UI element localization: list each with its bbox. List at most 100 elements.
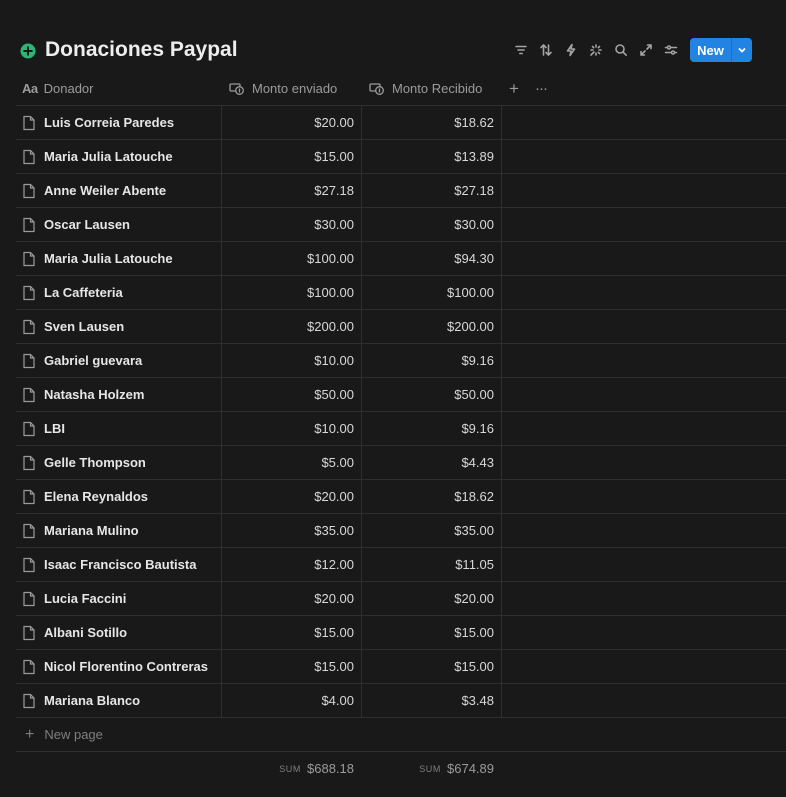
page-icon (23, 591, 35, 606)
amount-received-cell[interactable]: $18.62 (362, 480, 494, 513)
amount-sent-cell[interactable]: $10.00 (222, 344, 354, 377)
amount-sent-cell[interactable]: $30.00 (222, 208, 354, 241)
settings-icon[interactable] (661, 40, 681, 60)
donor-cell[interactable]: Anne Weiler Abente (22, 174, 218, 207)
amount-received-cell[interactable]: $9.16 (362, 412, 494, 445)
amount-sent-cell[interactable]: $4.00 (222, 684, 354, 717)
new-page-button[interactable]: + New page (16, 718, 786, 752)
sum-label: SUM (279, 763, 301, 774)
amount-received-cell[interactable]: $13.89 (362, 140, 494, 173)
amount-sent-cell[interactable]: $20.00 (222, 480, 354, 513)
table-row: LBI $10.00 $9.16 (16, 412, 786, 446)
expand-icon[interactable] (636, 40, 656, 60)
donor-cell[interactable]: Luis Correia Paredes (22, 106, 218, 139)
amount-sent-cell[interactable]: $200.00 (222, 310, 354, 343)
column-label: Monto enviado (252, 81, 338, 96)
amount-received-cell[interactable]: $50.00 (362, 378, 494, 411)
chevron-down-icon[interactable] (732, 45, 752, 55)
donor-cell[interactable]: LBI (22, 412, 218, 445)
amount-sent-cell[interactable]: $12.00 (222, 548, 354, 581)
table-row: Lucia Faccini $20.00 $20.00 (16, 582, 786, 616)
donations-table: Aa Donador Monto enviado Monto Recibido … (16, 72, 786, 785)
amount-received-cell[interactable]: $4.43 (362, 446, 494, 479)
donor-cell[interactable]: Isaac Francisco Bautista (22, 548, 218, 581)
amount-received-cell[interactable]: $11.05 (362, 548, 494, 581)
table-row: Mariana Mulino $35.00 $35.00 (16, 514, 786, 548)
amount-sent-cell[interactable]: $15.00 (222, 616, 354, 649)
donor-cell[interactable]: Mariana Blanco (22, 684, 218, 717)
amount-sent-cell[interactable]: $20.00 (222, 106, 354, 139)
amount-sent-cell[interactable]: $10.00 (222, 412, 354, 445)
table-row: Sven Lausen $200.00 $200.00 (16, 310, 786, 344)
add-column-button[interactable]: + (509, 72, 519, 105)
ai-sparkle-icon[interactable] (586, 40, 606, 60)
column-header-donador[interactable]: Aa Donador (22, 72, 94, 105)
table-row: Elena Reynaldos $20.00 $18.62 (16, 480, 786, 514)
search-icon[interactable] (611, 40, 631, 60)
column-divider (501, 344, 502, 377)
page-icon (23, 625, 35, 640)
page-icon (23, 489, 35, 504)
donor-cell[interactable]: Lucia Faccini (22, 582, 218, 615)
donor-name: Nicol Florentino Contreras (44, 659, 208, 674)
donor-name: Gelle Thompson (44, 455, 146, 470)
column-header-monto-recibido[interactable]: Monto Recibido (369, 72, 482, 105)
donor-cell[interactable]: Gabriel guevara (22, 344, 218, 377)
amount-received-cell[interactable]: $15.00 (362, 650, 494, 683)
amount-received-cell[interactable]: $100.00 (362, 276, 494, 309)
column-divider (501, 106, 502, 139)
donor-cell[interactable]: La Caffeteria (22, 276, 218, 309)
filter-icon[interactable] (511, 40, 531, 60)
page-icon (23, 421, 35, 436)
sum-monto-recibido[interactable]: SUM $674.89 (362, 752, 494, 785)
donor-cell[interactable]: Albani Sotillo (22, 616, 218, 649)
amount-sent-cell[interactable]: $100.00 (222, 276, 354, 309)
amount-sent-cell[interactable]: $5.00 (222, 446, 354, 479)
table-row: Albani Sotillo $15.00 $15.00 (16, 616, 786, 650)
donor-cell[interactable]: Oscar Lausen (22, 208, 218, 241)
donor-cell[interactable]: Gelle Thompson (22, 446, 218, 479)
amount-sent-cell[interactable]: $27.18 (222, 174, 354, 207)
column-divider (501, 208, 502, 241)
donor-cell[interactable]: Sven Lausen (22, 310, 218, 343)
calculation-row: SUM $688.18 SUM $674.89 (16, 752, 786, 785)
amount-sent-cell[interactable]: $20.00 (222, 582, 354, 615)
automation-icon[interactable] (561, 40, 581, 60)
new-button[interactable]: New (690, 38, 752, 62)
more-options-button[interactable]: ··· (535, 72, 548, 105)
amount-received-cell[interactable]: $200.00 (362, 310, 494, 343)
plus-circle-icon[interactable] (20, 43, 36, 59)
donor-cell[interactable]: Maria Julia Latouche (22, 242, 218, 275)
donor-cell[interactable]: Elena Reynaldos (22, 480, 218, 513)
amount-received-cell[interactable]: $3.48 (362, 684, 494, 717)
amount-received-cell[interactable]: $30.00 (362, 208, 494, 241)
amount-sent-cell[interactable]: $100.00 (222, 242, 354, 275)
donor-name: La Caffeteria (44, 285, 123, 300)
amount-sent-cell[interactable]: $15.00 (222, 140, 354, 173)
donor-cell[interactable]: Natasha Holzem (22, 378, 218, 411)
column-divider (501, 514, 502, 547)
sum-monto-enviado[interactable]: SUM $688.18 (222, 752, 354, 785)
page-icon (23, 217, 35, 232)
table-row: Gelle Thompson $5.00 $4.43 (16, 446, 786, 480)
donor-cell[interactable]: Mariana Mulino (22, 514, 218, 547)
donor-name: Isaac Francisco Bautista (44, 557, 197, 572)
donor-cell[interactable]: Maria Julia Latouche (22, 140, 218, 173)
donor-name: Lucia Faccini (44, 591, 127, 606)
amount-received-cell[interactable]: $15.00 (362, 616, 494, 649)
donor-name: Gabriel guevara (44, 353, 143, 368)
column-header-monto-enviado[interactable]: Monto enviado (229, 72, 337, 105)
amount-sent-cell[interactable]: $35.00 (222, 514, 354, 547)
text-type-icon: Aa (22, 81, 38, 96)
amount-received-cell[interactable]: $35.00 (362, 514, 494, 547)
amount-received-cell[interactable]: $9.16 (362, 344, 494, 377)
amount-received-cell[interactable]: $27.18 (362, 174, 494, 207)
sort-icon[interactable] (536, 40, 556, 60)
amount-received-cell[interactable]: $20.00 (362, 582, 494, 615)
column-divider (501, 378, 502, 411)
amount-received-cell[interactable]: $94.30 (362, 242, 494, 275)
donor-cell[interactable]: Nicol Florentino Contreras (22, 650, 218, 683)
amount-received-cell[interactable]: $18.62 (362, 106, 494, 139)
amount-sent-cell[interactable]: $15.00 (222, 650, 354, 683)
amount-sent-cell[interactable]: $50.00 (222, 378, 354, 411)
